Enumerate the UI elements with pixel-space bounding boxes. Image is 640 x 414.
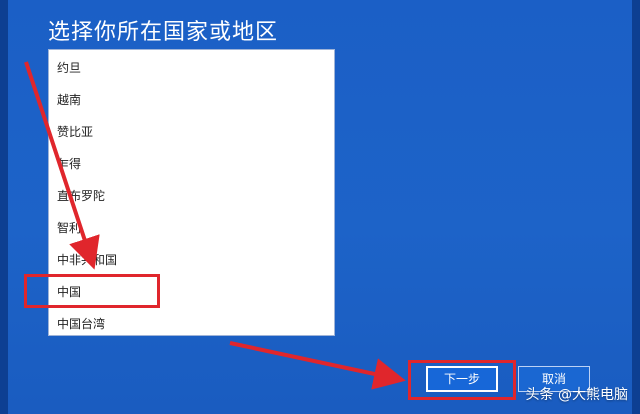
highlight-box-china (24, 274, 160, 308)
window-left-edge (0, 0, 8, 414)
list-item-label: 智利 (57, 221, 82, 235)
list-item-gibraltar[interactable]: 直布罗陀 (49, 180, 334, 212)
list-item-zambia[interactable]: 赞比亚 (49, 116, 334, 148)
setup-dialog: 选择你所在国家或地区 约旦 越南 赞比亚 乍得 直布罗陀 智利 中非共和国 中国… (0, 0, 640, 414)
list-item-label: 直布罗陀 (57, 189, 106, 203)
list-item-jordan[interactable]: 约旦 (49, 52, 334, 84)
highlight-box-next (408, 360, 516, 400)
window-right-edge (632, 0, 640, 414)
list-item-label: 越南 (57, 93, 82, 107)
arrow-to-next (229, 341, 406, 390)
list-item-china-taiwan[interactable]: 中国台湾 (49, 308, 334, 335)
list-item-chile[interactable]: 智利 (49, 212, 334, 244)
list-item-central-african-republic[interactable]: 中非共和国 (49, 244, 334, 276)
list-item-label: 乍得 (57, 157, 82, 171)
list-item-vietnam[interactable]: 越南 (49, 84, 334, 116)
list-item-label: 赞比亚 (57, 125, 94, 139)
list-item-label: 中国台湾 (57, 317, 106, 331)
dialog-title: 选择你所在国家或地区 (48, 20, 279, 45)
list-item-label: 约旦 (57, 61, 82, 75)
list-item-chad[interactable]: 乍得 (49, 148, 334, 180)
list-item-label: 中非共和国 (57, 253, 118, 267)
watermark: 头条 @大熊电脑 (525, 387, 628, 403)
